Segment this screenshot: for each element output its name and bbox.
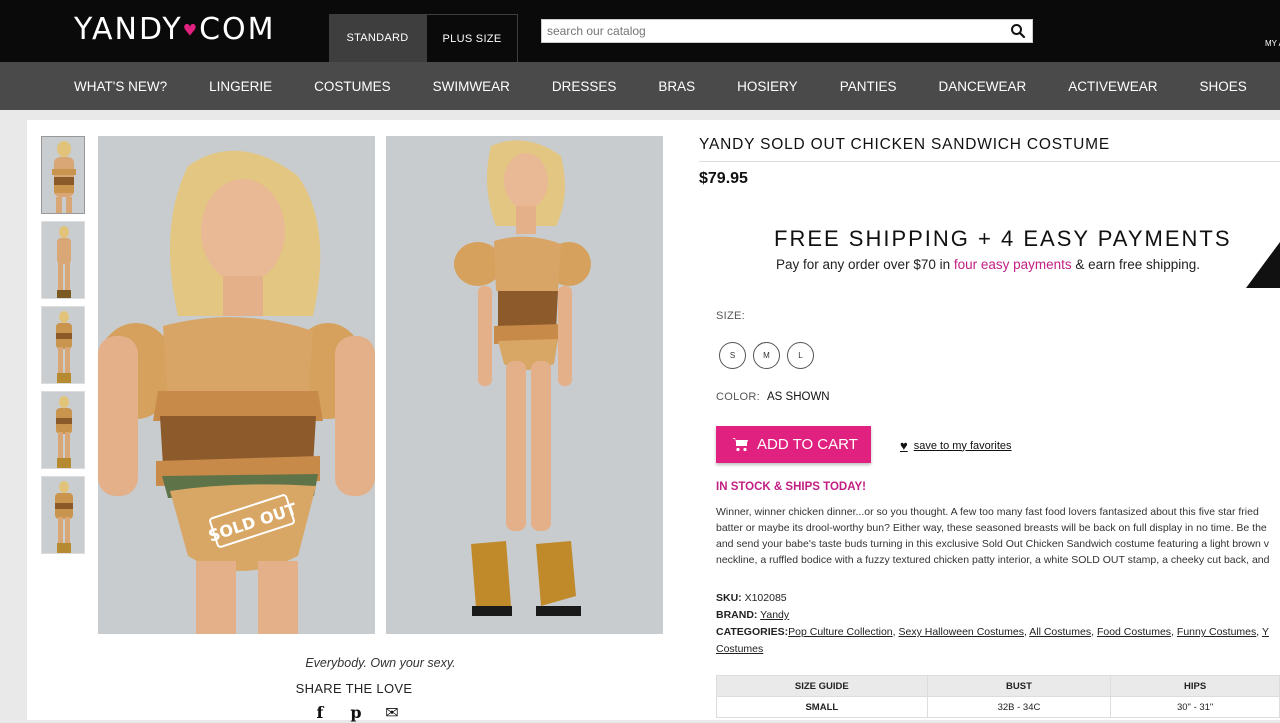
nav-panties[interactable]: PANTIES xyxy=(840,79,897,94)
color-value: AS SHOWN xyxy=(767,391,830,403)
description-line: neckline, a ruffled bodice with a fuzzy … xyxy=(716,554,1270,566)
save-to-favorites[interactable]: ♥ save to my favorites xyxy=(900,438,1012,453)
thumbnail-1[interactable] xyxy=(41,136,85,214)
shipping-subtext: Pay for any order over $70 in four easy … xyxy=(776,257,1200,272)
stock-status: IN STOCK & SHIPS TODAY! xyxy=(716,481,866,493)
sku-value: X102085 xyxy=(744,592,787,604)
thumbnail-4[interactable] xyxy=(41,391,85,469)
product-description: Winner, winner chicken dinner...or so yo… xyxy=(716,504,1280,568)
product-price: $79.95 xyxy=(699,170,748,187)
email-icon[interactable]: ✉ xyxy=(382,703,402,723)
four-easy-payments-link[interactable]: four easy payments xyxy=(954,257,1072,272)
size-guide-header-cell: BUST xyxy=(926,675,1112,697)
size-guide-table: SIZE GUIDE BUST HIPS SMALL 32B - 34C 30"… xyxy=(716,675,1280,718)
brand-row: BRAND: Yandy xyxy=(716,609,789,621)
nav-activewear[interactable]: ACTIVEWEAR xyxy=(1068,79,1157,94)
shipping-post: & earn free shipping. xyxy=(1071,257,1201,272)
thumbnail-5[interactable] xyxy=(41,476,85,554)
size-option-s[interactable]: S xyxy=(719,342,746,369)
site-logo[interactable]: YANDY♥COM xyxy=(74,12,276,49)
logo-text-left: YANDY xyxy=(74,12,183,47)
size-option-l[interactable]: L xyxy=(787,342,814,369)
my-account-link[interactable]: MY A xyxy=(1265,39,1280,48)
size-label: SIZE: xyxy=(716,310,746,322)
top-bar: YANDY♥COM STANDARD PLUS SIZE MY A xyxy=(0,0,1280,62)
color-label: COLOR: xyxy=(716,391,760,403)
nav-bras[interactable]: BRAS xyxy=(658,79,695,94)
table-row: SMALL 32B - 34C 30" - 31" xyxy=(716,696,1280,718)
nav-dresses[interactable]: DRESSES xyxy=(552,79,617,94)
product-image-front[interactable]: SOLD OUT xyxy=(98,136,375,634)
size-guide-header-cell: HIPS xyxy=(1110,675,1280,697)
add-to-cart-label: ADD TO CART xyxy=(757,436,858,453)
tagline: Everybody. Own your sexy. xyxy=(305,656,456,670)
category-link[interactable]: Food Costumes xyxy=(1097,626,1171,638)
add-to-cart-button[interactable]: ADD TO CART xyxy=(716,426,871,463)
share-title: SHARE THE LOVE xyxy=(295,681,413,696)
tab-standard[interactable]: STANDARD xyxy=(329,14,426,62)
category-link[interactable]: All Costumes xyxy=(1029,626,1091,638)
main-nav: WHAT'S NEW? LINGERIE COSTUMES SWIMWEAR D… xyxy=(0,62,1280,110)
size-guide-header-cell: SIZE GUIDE xyxy=(716,675,928,697)
nav-hosiery[interactable]: HOSIERY xyxy=(737,79,798,94)
table-cell: 32B - 34C xyxy=(926,696,1112,718)
logo-heart-icon: ♥ xyxy=(182,20,200,40)
category-link[interactable]: Y xyxy=(1262,626,1269,638)
nav-costumes[interactable]: COSTUMES xyxy=(314,79,391,94)
nav-shoes[interactable]: SHOES xyxy=(1200,79,1247,94)
categories-row-wrap: Costumes xyxy=(716,643,763,655)
description-line: batter or maybe its drool-worthy bun? Ei… xyxy=(716,522,1267,534)
product-title: YANDY SOLD OUT CHICKEN SANDWICH COSTUME xyxy=(699,136,1110,153)
size-option-m[interactable]: M xyxy=(753,342,780,369)
thumbnail-2[interactable] xyxy=(41,221,85,299)
brand-link[interactable]: Yandy xyxy=(760,609,789,621)
nav-whats-new[interactable]: WHAT'S NEW? xyxy=(74,79,167,94)
category-link[interactable]: Sexy Halloween Costumes xyxy=(898,626,1023,638)
save-to-favorites-label: save to my favorites xyxy=(913,439,1012,452)
search-box xyxy=(541,19,1033,43)
categories-row: CATEGORIES:Pop Culture Collection, Sexy … xyxy=(716,626,1269,638)
search-icon[interactable] xyxy=(1010,23,1026,39)
table-cell: SMALL xyxy=(716,696,928,718)
shipping-headline: FREE SHIPPING + 4 EASY PAYMENTS xyxy=(774,226,1232,251)
title-divider xyxy=(699,161,1280,162)
shipping-pre: Pay for any order over $70 in xyxy=(776,257,954,272)
sku-label: SKU: xyxy=(716,592,742,604)
category-link[interactable]: Funny Costumes xyxy=(1177,626,1256,638)
share-icons: f p ✉ xyxy=(310,703,402,723)
sku-row: SKU: X102085 xyxy=(716,592,787,604)
cart-icon xyxy=(732,438,748,452)
categories-label: CATEGORIES: xyxy=(716,626,789,638)
nav-lingerie[interactable]: LINGERIE xyxy=(209,79,272,94)
description-line: and send your babe's taste buds turning … xyxy=(716,538,1269,550)
thumbnail-3[interactable] xyxy=(41,306,85,384)
category-link[interactable]: Pop Culture Collection xyxy=(788,626,892,638)
category-link[interactable]: Costumes xyxy=(716,643,763,655)
nav-dancewear[interactable]: DANCEWEAR xyxy=(938,79,1026,94)
pinterest-icon[interactable]: p xyxy=(346,703,366,723)
product-image-full[interactable] xyxy=(386,136,663,634)
heart-icon: ♥ xyxy=(900,438,908,453)
nav-swimwear[interactable]: SWIMWEAR xyxy=(433,79,510,94)
table-cell: 30" - 31" xyxy=(1110,696,1280,718)
promo-arrow-icon[interactable] xyxy=(1246,242,1280,288)
facebook-icon[interactable]: f xyxy=(310,703,330,723)
size-guide-header: SIZE GUIDE BUST HIPS xyxy=(716,675,1280,697)
description-line: Winner, winner chicken dinner...or so yo… xyxy=(716,506,1259,518)
brand-label: BRAND: xyxy=(716,609,758,621)
search-input[interactable] xyxy=(542,20,1002,42)
logo-text-right: COM xyxy=(199,12,276,47)
tab-plus-size[interactable]: PLUS SIZE xyxy=(426,14,518,62)
